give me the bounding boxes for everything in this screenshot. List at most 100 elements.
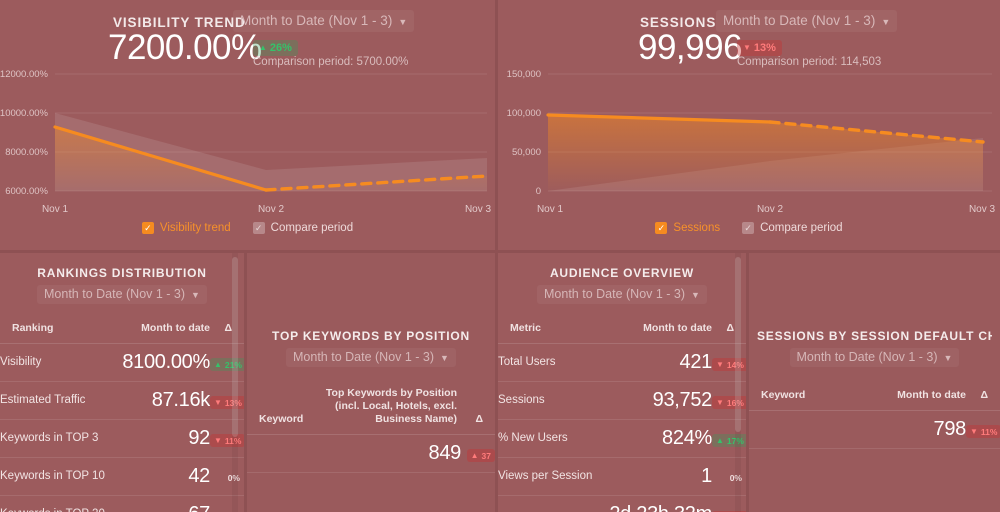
row-label: Keywords in TOP 20 bbox=[0, 495, 105, 512]
row-delta: ▼ 11% bbox=[210, 419, 244, 459]
svg-text:6000.00%: 6000.00% bbox=[5, 186, 48, 197]
table-header-row: Keyword Month to date Δ bbox=[749, 383, 1000, 412]
table-row[interactable]: Keywords in TOP 20 67 0% bbox=[0, 495, 244, 512]
column-header-keyword[interactable]: Keyword bbox=[247, 381, 307, 436]
panel-sessions-by-channel: SESSIONS BY SESSION DEFAULT CHAN… Month … bbox=[749, 253, 1000, 512]
table-row[interactable]: 798 ▼ 11% bbox=[749, 410, 1000, 450]
row-label: Estimated Traffic bbox=[0, 381, 105, 421]
row-delta: ▲ 37 bbox=[461, 434, 495, 474]
table-row[interactable]: Views per Session 1 0% bbox=[498, 457, 746, 497]
sessions-date-range-selector[interactable]: Month to Date (Nov 1 - 3) ▼ bbox=[716, 10, 898, 32]
sessions-date-range-label: Month to Date (Nov 1 - 3) bbox=[723, 13, 876, 28]
row-label bbox=[749, 410, 858, 450]
column-header-metric[interactable]: Top Keywords by Position (incl. Local, H… bbox=[307, 381, 461, 436]
row-value: 849 bbox=[307, 434, 461, 474]
rankings-scrollbar-thumb[interactable] bbox=[232, 257, 238, 437]
row-label bbox=[247, 434, 307, 474]
audience-table: Metric Month to date Δ Total Users 421 ▼… bbox=[498, 316, 746, 512]
visibility-chart: 12000.00% 10000.00% 8000.00% 6000.00% No… bbox=[0, 66, 495, 216]
legend-item-sessions-compare[interactable]: ✓ Compare period bbox=[742, 222, 843, 234]
row-label: Sessions bbox=[498, 381, 605, 421]
table-header-row: Ranking Month to date Δ bbox=[0, 316, 244, 345]
table-row[interactable]: Estimated Traffic 87.16k ▼ 13% bbox=[0, 381, 244, 421]
svg-text:Nov 3: Nov 3 bbox=[465, 204, 492, 215]
column-header-delta[interactable]: Δ bbox=[966, 383, 1000, 412]
visibility-kpi-header: VISIBILITY TREND Month to Date (Nov 1 - … bbox=[0, 0, 495, 70]
visibility-kpi-value: 7200.00% bbox=[108, 28, 262, 67]
visibility-chart-svg: 12000.00% 10000.00% 8000.00% 6000.00% No… bbox=[0, 69, 492, 215]
table-row[interactable]: Average Session Duration 2d 23h 32m 3s ▼… bbox=[498, 495, 746, 512]
checkbox-checked-icon[interactable]: ✓ bbox=[141, 222, 154, 234]
rankings-date-range-label: Month to Date (Nov 1 - 3) bbox=[44, 287, 186, 301]
svg-text:0: 0 bbox=[536, 186, 541, 197]
row-value: 67 bbox=[105, 495, 210, 512]
row-label: Keywords in TOP 10 bbox=[0, 457, 105, 497]
checkbox-checked-icon[interactable]: ✓ bbox=[655, 222, 668, 234]
column-header-delta[interactable]: Δ bbox=[461, 381, 495, 436]
sessions-legend: ✓ Sessions ✓ Compare period bbox=[498, 222, 1000, 234]
sessions-chart-svg: 150,000 100,000 50,000 0 Nov 1 Nov 2 Nov bbox=[507, 69, 996, 215]
column-header-delta[interactable]: Δ bbox=[210, 316, 244, 345]
chevron-down-icon: ▼ bbox=[398, 16, 408, 27]
column-header-keyword[interactable]: Keyword bbox=[749, 383, 858, 412]
legend-item-visibility-compare[interactable]: ✓ Compare period bbox=[252, 222, 353, 234]
svg-text:Nov 2: Nov 2 bbox=[757, 204, 784, 215]
top-keywords-date-range-label: Month to Date (Nov 1 - 3) bbox=[293, 350, 435, 364]
row-delta: ▼ 11% bbox=[966, 410, 1000, 450]
row-value: 1 bbox=[605, 457, 712, 497]
row-delta: 0% bbox=[210, 457, 244, 497]
table-row[interactable]: Sessions 93,752 ▼ 16% bbox=[498, 381, 746, 421]
sessions-kpi-header: SESSIONS Month to Date (Nov 1 - 3) ▼ 99,… bbox=[498, 0, 1000, 70]
chevron-down-icon: ▼ bbox=[881, 16, 891, 27]
chevron-down-icon: ▼ bbox=[440, 353, 449, 363]
sessions-channel-table: Keyword Month to date Δ 798 ▼ 11% bbox=[749, 383, 1000, 450]
legend-item-sessions-series[interactable]: ✓ Sessions bbox=[655, 222, 720, 234]
row-delta: 0% bbox=[210, 495, 244, 512]
column-header-month-to-date[interactable]: Month to date bbox=[605, 316, 712, 345]
column-header-ranking[interactable]: Ranking bbox=[0, 316, 105, 345]
table-row[interactable]: Visibility 8100.00% ▲ 21% bbox=[0, 343, 244, 383]
visibility-delta-badge: ▲ 26% bbox=[253, 37, 298, 56]
chevron-down-icon: ▼ bbox=[691, 290, 700, 300]
row-value: 798 bbox=[857, 410, 966, 450]
audience-scrollbar-thumb[interactable] bbox=[735, 257, 741, 432]
arrow-up-icon: ▲ bbox=[716, 435, 724, 445]
checkbox-checked-icon[interactable]: ✓ bbox=[252, 222, 265, 234]
table-row[interactable]: % New Users 824% ▲ 17% bbox=[498, 419, 746, 459]
column-header-month-to-date[interactable]: Month to date bbox=[857, 383, 966, 412]
row-value: 87.16k bbox=[105, 381, 210, 421]
svg-text:10000.00%: 10000.00% bbox=[0, 108, 49, 119]
table-row[interactable]: Keywords in TOP 10 42 0% bbox=[0, 457, 244, 497]
rankings-table: Ranking Month to date Δ Visibility 8100.… bbox=[0, 316, 244, 512]
arrow-up-icon: ▲ bbox=[214, 359, 222, 369]
row-label: Average Session Duration bbox=[498, 495, 605, 512]
sessions-channel-date-range-selector[interactable]: Month to Date (Nov 1 - 3) ▼ bbox=[789, 348, 960, 367]
legend-label-compare: Compare period bbox=[760, 222, 843, 234]
arrow-down-icon: ▼ bbox=[716, 359, 724, 369]
panel-rankings-distribution: RANKINGS DISTRIBUTION Month to Date (Nov… bbox=[0, 253, 244, 512]
checkbox-checked-icon[interactable]: ✓ bbox=[742, 222, 755, 234]
audience-panel-title: AUDIENCE OVERVIEW bbox=[549, 266, 695, 280]
sessions-chart: 150,000 100,000 50,000 0 Nov 1 Nov 2 Nov bbox=[498, 66, 1000, 216]
svg-text:Nov 1: Nov 1 bbox=[42, 204, 69, 215]
column-header-metric[interactable]: Metric bbox=[498, 316, 605, 345]
table-header-row: Metric Month to date Δ bbox=[498, 316, 746, 345]
row-delta-value: 37 bbox=[481, 450, 491, 461]
visibility-legend: ✓ Visibility trend ✓ Compare period bbox=[0, 222, 495, 234]
table-row[interactable]: Keywords in TOP 3 92 ▼ 11% bbox=[0, 419, 244, 459]
svg-text:50,000: 50,000 bbox=[512, 147, 541, 158]
sessions-delta-badge: ▼ 13% bbox=[737, 37, 782, 56]
table-row[interactable]: 849 ▲ 37 bbox=[247, 434, 495, 474]
row-value: 42 bbox=[105, 457, 210, 497]
table-row[interactable]: Total Users 421 ▼ 14% bbox=[498, 343, 746, 383]
row-value: 2d 23h 32m 3s bbox=[605, 495, 712, 512]
rankings-date-range-selector[interactable]: Month to Date (Nov 1 - 3) ▼ bbox=[37, 285, 207, 304]
row-value: 92 bbox=[105, 419, 210, 459]
legend-item-visibility-series[interactable]: ✓ Visibility trend bbox=[141, 222, 231, 234]
row-delta-value: 11% bbox=[980, 426, 998, 437]
row-delta: ▲ 21% bbox=[210, 343, 244, 383]
column-header-month-to-date[interactable]: Month to date bbox=[105, 316, 210, 345]
top-keywords-date-range-selector[interactable]: Month to Date (Nov 1 - 3) ▼ bbox=[286, 348, 456, 367]
audience-date-range-selector[interactable]: Month to Date (Nov 1 - 3) ▼ bbox=[537, 285, 707, 304]
svg-text:Nov 3: Nov 3 bbox=[969, 204, 996, 215]
